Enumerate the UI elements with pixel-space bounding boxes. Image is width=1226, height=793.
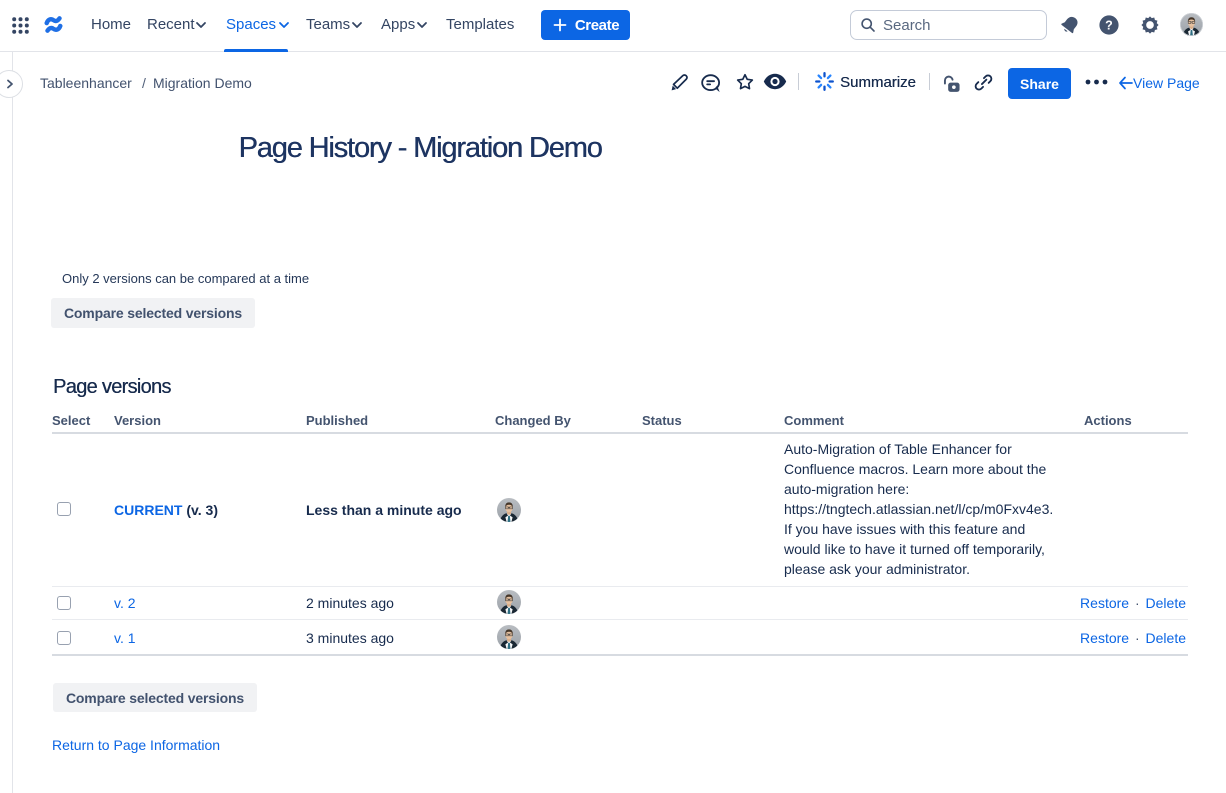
svg-text:?: ? [1105,18,1113,32]
